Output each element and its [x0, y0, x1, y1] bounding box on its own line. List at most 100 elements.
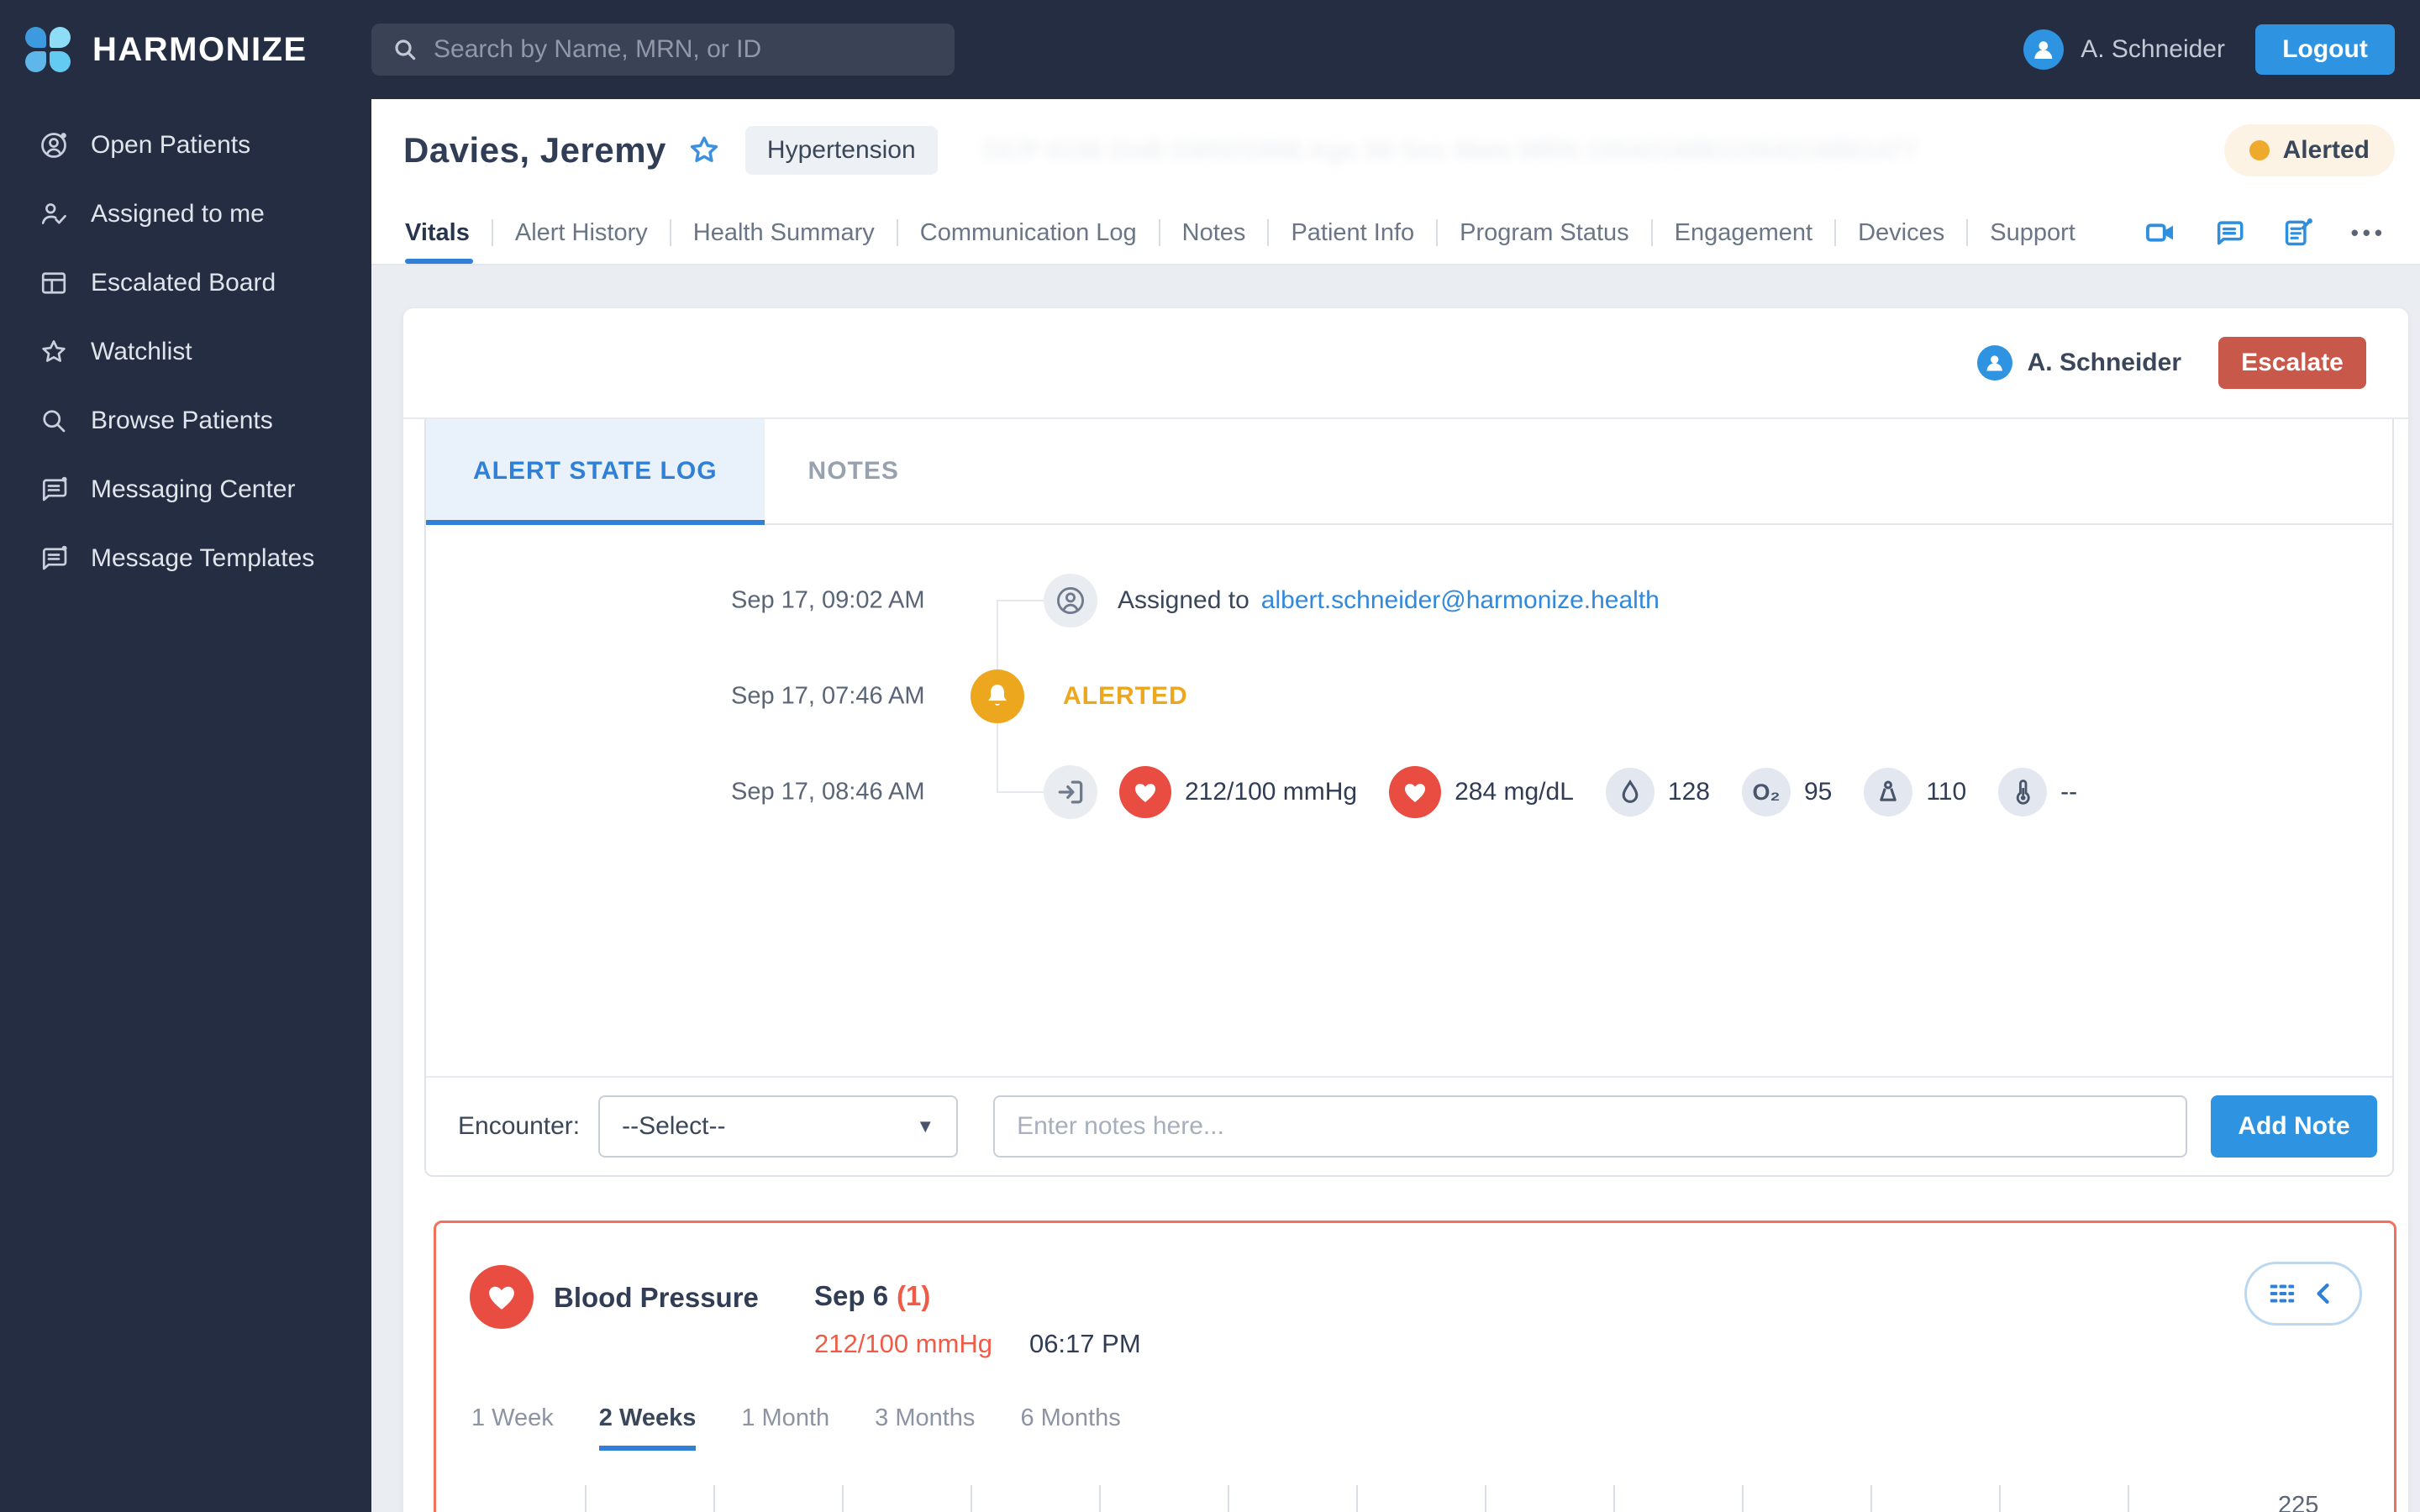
tab-patient-info[interactable]: Patient Info: [1269, 202, 1436, 264]
tab-action-icons: •••: [2144, 217, 2386, 249]
assignee-name: A. Schneider: [2027, 349, 2181, 376]
video-call-icon[interactable]: [2144, 217, 2176, 249]
assigned-person-icon: [1044, 574, 1097, 627]
tab-engagement[interactable]: Engagement: [1653, 202, 1834, 264]
vital-readings: 212/100 mmHg 284 mg/dL 128 O₂ 95 110 --: [1119, 766, 2077, 818]
tab-communication-log[interactable]: Communication Log: [898, 202, 1159, 264]
range-6-months[interactable]: 6 Months: [1020, 1404, 1120, 1451]
brand-logo: HARMONIZE: [25, 27, 371, 72]
sidebar-item-browse-patients[interactable]: Browse Patients: [0, 386, 371, 455]
assignee-email-link[interactable]: albert.schneider@harmonize.health: [1261, 586, 1660, 614]
range-1-week[interactable]: 1 Week: [471, 1404, 554, 1451]
heart-icon: [1389, 766, 1442, 818]
tab-support[interactable]: Support: [1968, 202, 2097, 264]
assigned-label: Assigned to: [1118, 586, 1249, 614]
note-pin-icon[interactable]: [2282, 217, 2314, 249]
patient-name: Davies, Jeremy: [403, 130, 666, 170]
bp-latest-reading: 212/100 mmHg 06:17 PM: [814, 1329, 1141, 1359]
favorite-star-icon[interactable]: [687, 133, 722, 168]
note-input[interactable]: [993, 1095, 2187, 1158]
weight-icon: [1864, 768, 1913, 816]
sidebar-item-label: Assigned to me: [91, 200, 265, 228]
timeline-event: Assigned to albert.schneider@harmonize.he…: [1118, 586, 1660, 615]
bp-value: 212/100 mmHg: [1185, 778, 1358, 806]
sidebar-item-label: Open Patients: [91, 131, 251, 159]
vitals-card: A. Schneider Escalate ALERT STATE LOG NO…: [403, 308, 2408, 1512]
person-check-icon: [41, 203, 66, 224]
bp-latest-date: Sep 6 (1): [814, 1280, 930, 1312]
assignee-avatar-icon: [1976, 345, 2012, 381]
alerted-status: ALERTED: [1063, 682, 1188, 710]
temperature-reading: --: [1998, 768, 2077, 816]
range-2-weeks[interactable]: 2 Weeks: [598, 1404, 697, 1451]
timeline-timestamp: Sep 17, 08:46 AM: [731, 778, 925, 806]
patient-header: Davies, Jeremy Hypertension DCP 4156 DoB…: [371, 99, 2420, 202]
encounter-row: Encounter: --Select-- ▼ Add Note: [426, 1076, 2392, 1175]
tab-notes[interactable]: Notes: [1160, 202, 1268, 264]
brand-name: HARMONIZE: [92, 30, 308, 68]
bp-reading-value: 212/100 mmHg: [814, 1329, 992, 1358]
range-3-months[interactable]: 3 Months: [875, 1404, 975, 1451]
sidebar: Open Patients Assigned to me Escalated B…: [0, 99, 371, 1512]
bp-range-tabs: 1 Week 2 Weeks 1 Month 3 Months 6 Months: [471, 1404, 1121, 1451]
topbar: HARMONIZE A. Schneider Logout: [0, 0, 2420, 99]
more-options-icon[interactable]: •••: [2351, 220, 2386, 246]
patient-search[interactable]: [371, 24, 955, 76]
board-icon: [41, 272, 66, 294]
condition-tag: Hypertension: [744, 126, 938, 175]
timeline-timestamp: Sep 17, 09:02 AM: [731, 586, 925, 614]
card-header: A. Schneider Escalate: [403, 308, 2408, 419]
bp-date: Sep 6: [814, 1280, 889, 1311]
tab-devices[interactable]: Devices: [1836, 202, 1966, 264]
table-view-icon: [2270, 1284, 2295, 1303]
add-note-button[interactable]: Add Note: [2211, 1095, 2377, 1158]
logout-button[interactable]: Logout: [2255, 24, 2395, 75]
range-1-month[interactable]: 1 Month: [741, 1404, 829, 1451]
user-name: A. Schneider: [2081, 35, 2225, 63]
sidebar-item-watchlist[interactable]: Watchlist: [0, 318, 371, 386]
droplet-icon: [1605, 768, 1655, 816]
encounter-select[interactable]: --Select-- ▼: [598, 1095, 959, 1158]
glucose-value: 284 mg/dL: [1455, 778, 1574, 806]
escalate-button[interactable]: Escalate: [2218, 337, 2366, 389]
search-icon: [395, 39, 416, 60]
tab-alert-history[interactable]: Alert History: [493, 202, 670, 264]
timeline-connector: [997, 791, 1045, 793]
search-input[interactable]: [434, 35, 934, 64]
tab-alert-state-log[interactable]: ALERT STATE LOG: [426, 419, 765, 525]
reading-received-icon: [1044, 765, 1097, 819]
sidebar-item-escalated-board[interactable]: Escalated Board: [0, 249, 371, 318]
temperature-value: --: [2060, 778, 2078, 806]
timeline-timestamp: Sep 17, 07:46 AM: [731, 682, 925, 710]
tab-program-status[interactable]: Program Status: [1438, 202, 1650, 264]
page-tabs: Vitals Alert History Health Summary Comm…: [371, 202, 2420, 265]
content-area: A. Schneider Escalate ALERT STATE LOG NO…: [371, 265, 2420, 1512]
weight-reading: 110: [1864, 768, 1966, 816]
sidebar-item-messaging-center[interactable]: Messaging Center: [0, 455, 371, 524]
spo2-reading: O₂ 95: [1741, 768, 1832, 816]
tab-health-summary[interactable]: Health Summary: [671, 202, 897, 264]
alert-dot-icon: [2249, 140, 2270, 160]
message-icon[interactable]: [2213, 217, 2245, 249]
heart-icon: [470, 1265, 534, 1329]
sidebar-item-assigned-to-me[interactable]: Assigned to me: [0, 180, 371, 249]
tab-panel-notes[interactable]: NOTES: [765, 419, 943, 523]
status-badge: Alerted: [2223, 124, 2395, 176]
bp-view-toggle[interactable]: [2244, 1262, 2362, 1326]
sidebar-item-label: Escalated Board: [91, 269, 276, 297]
thermometer-icon: [1998, 768, 2048, 816]
heart-icon: [1119, 766, 1171, 818]
sidebar-item-open-patients[interactable]: Open Patients: [0, 111, 371, 180]
star-icon: [42, 340, 66, 362]
sidebar-item-label: Watchlist: [91, 338, 192, 365]
sidebar-item-label: Browse Patients: [91, 407, 273, 434]
sidebar-item-message-templates[interactable]: Message Templates: [0, 524, 371, 593]
bp-reading-count: (1): [897, 1280, 931, 1311]
sidebar-item-label: Message Templates: [91, 544, 315, 572]
glucose-reading: 284 mg/dL: [1389, 766, 1574, 818]
timeline-connector: [997, 600, 1045, 601]
harmonize-app: HARMONIZE A. Schneider Logout Open Patie…: [0, 0, 2420, 1512]
chat-lines-icon: [42, 545, 67, 570]
tab-vitals[interactable]: Vitals: [405, 202, 492, 264]
user-avatar[interactable]: [2023, 29, 2065, 70]
